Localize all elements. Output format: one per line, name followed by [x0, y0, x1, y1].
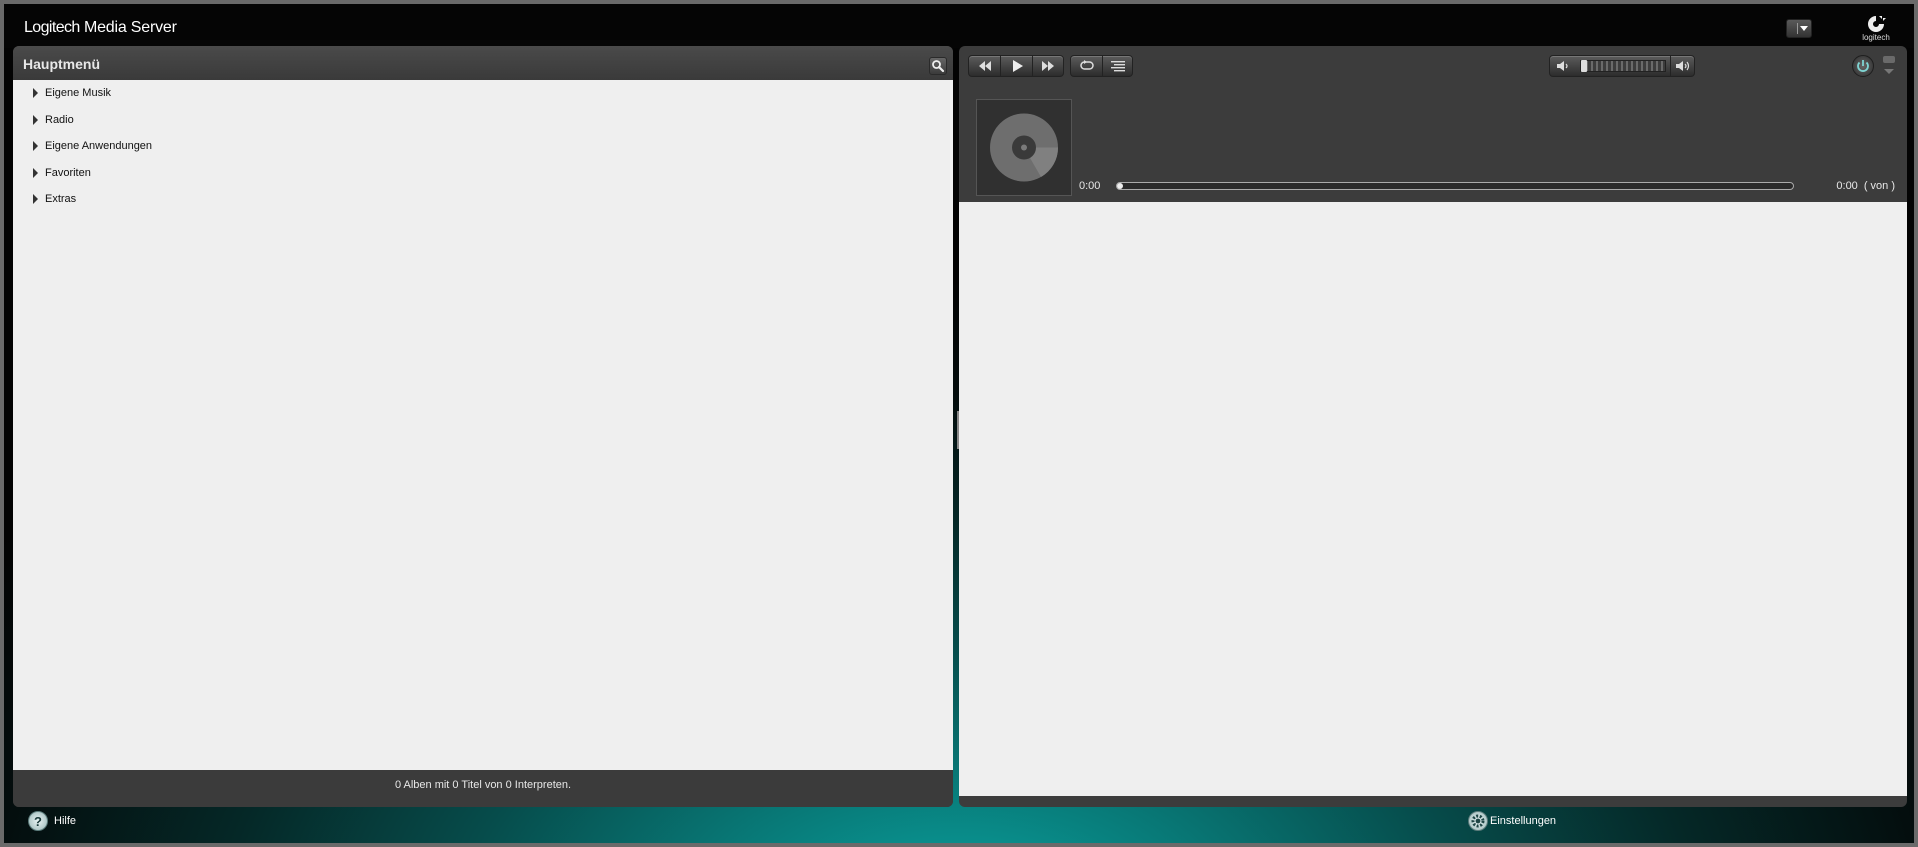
menu-item-label[interactable]: Extras: [45, 193, 76, 205]
help-label: Hilfe: [54, 815, 77, 827]
playlist-button[interactable]: [1102, 56, 1133, 76]
browser-panel: Hauptmenü Eigene Musik Radio Eigene Anwe…: [13, 46, 953, 807]
expand-triangle-icon[interactable]: [33, 88, 38, 98]
divider: [1797, 23, 1798, 34]
menu-item-label[interactable]: Eigene Musik: [45, 87, 111, 99]
logitech-logo: logitech: [1859, 13, 1893, 45]
repeat-icon: [1079, 60, 1094, 70]
volume-knob[interactable]: [1581, 60, 1587, 72]
playlist-area: [959, 202, 1907, 796]
menu-item-eigene-anwendungen[interactable]: Eigene Anwendungen: [13, 136, 953, 156]
expand-triangle-icon[interactable]: [33, 194, 38, 204]
speaker-low-icon: [1557, 61, 1568, 71]
menu-item-label[interactable]: Eigene Anwendungen: [45, 140, 152, 152]
chevron-down-icon: [1884, 69, 1894, 74]
menu-bar-icon: [1883, 56, 1895, 63]
browser-footer: 0 Alben mit 0 Titel von 0 Interpreten.: [13, 770, 953, 807]
search-button[interactable]: [929, 57, 947, 75]
volume-slider[interactable]: [1580, 60, 1666, 72]
of-label: ( von ): [1863, 180, 1895, 192]
search-icon: [932, 60, 945, 73]
menu-list: Eigene Musik Radio Eigene Anwendungen Fa…: [13, 80, 953, 770]
power-icon: [1857, 60, 1869, 72]
repeat-button[interactable]: [1071, 56, 1102, 76]
menu-item-label[interactable]: Favoriten: [45, 167, 91, 179]
menu-item-radio[interactable]: Radio: [13, 110, 953, 130]
cover-art: [976, 99, 1072, 196]
player-panel: 0:00 0:00 ( von ): [959, 46, 1907, 807]
top-bar: Logitech Media Server logitech: [4, 4, 1914, 48]
mode-controls: [1070, 55, 1133, 77]
gear-icon: [1468, 811, 1488, 831]
player-select-button[interactable]: [1786, 19, 1812, 38]
fast-forward-icon: [1042, 61, 1054, 71]
speaker-high-icon: [1675, 61, 1689, 71]
player-options-menu[interactable]: [1882, 56, 1896, 76]
cd-disc-icon: [990, 113, 1058, 182]
play-icon: [1012, 60, 1023, 72]
settings-button[interactable]: Einstellungen: [1468, 811, 1568, 833]
progress-bar[interactable]: [1116, 182, 1794, 190]
app-title: Logitech Media Server: [24, 19, 177, 36]
expand-triangle-icon[interactable]: [33, 141, 38, 151]
logitech-logo-icon: [1868, 16, 1886, 32]
menu-item-extras[interactable]: Extras: [13, 189, 953, 209]
volume-down-button[interactable]: [1550, 56, 1576, 76]
help-icon: ?: [28, 811, 48, 831]
power-button[interactable]: [1852, 55, 1874, 77]
library-stats: 0 Alben mit 0 Titel von 0 Interpreten.: [394, 779, 572, 791]
remaining-time: 0:00: [1836, 180, 1858, 192]
logo-text: logitech: [1862, 33, 1890, 42]
expand-triangle-icon[interactable]: [33, 115, 38, 125]
expand-triangle-icon[interactable]: [33, 168, 38, 178]
gear-glyph: [1471, 814, 1485, 828]
fast-forward-button[interactable]: [1032, 56, 1063, 76]
time-info: 0:00 ( von ): [1836, 180, 1895, 192]
app-window: Logitech Media Server logitech Hauptmenü: [4, 4, 1914, 843]
progress-knob[interactable]: [1117, 183, 1123, 189]
rewind-icon: [978, 61, 991, 71]
volume-up-button[interactable]: [1670, 56, 1694, 76]
playlist-icon: [1111, 61, 1125, 72]
volume-control: [1549, 55, 1695, 77]
chevron-down-icon: [1800, 26, 1808, 31]
transport-controls: [968, 55, 1064, 77]
menu-item-label[interactable]: Radio: [45, 114, 74, 126]
rewind-button[interactable]: [969, 56, 1000, 76]
menu-item-favoriten[interactable]: Favoriten: [13, 163, 953, 183]
menu-item-eigene-musik[interactable]: Eigene Musik: [13, 83, 953, 103]
browser-header: Hauptmenü: [13, 46, 953, 80]
play-button[interactable]: [1000, 56, 1032, 76]
elapsed-time: 0:00: [1079, 180, 1101, 192]
settings-label: Einstellungen: [1490, 815, 1557, 827]
page-title: Hauptmenü: [23, 56, 100, 72]
